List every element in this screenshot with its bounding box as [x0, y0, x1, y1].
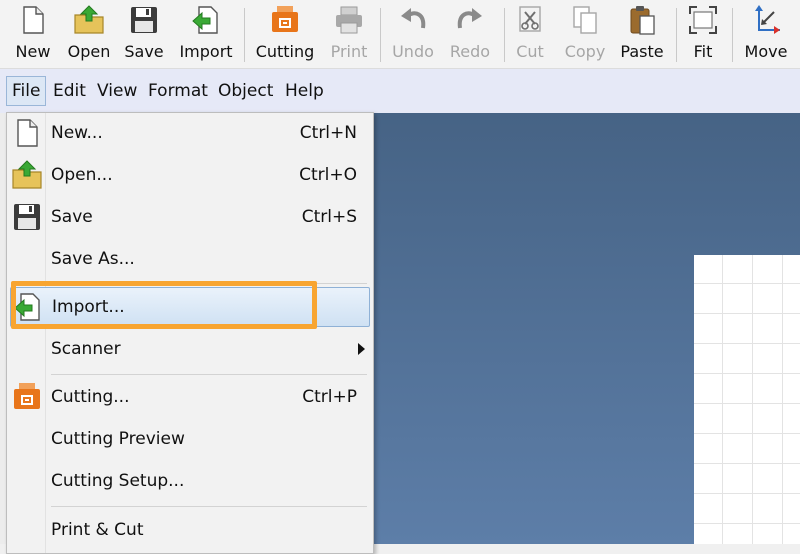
menu-item-print-and-cut[interactable]: Print & Cut	[7, 510, 373, 550]
new-document-icon	[17, 119, 38, 147]
open-folder-icon	[12, 160, 42, 189]
toolbar-separator	[504, 8, 505, 62]
highlight-annotation-box	[11, 281, 317, 329]
move-button-label: Move	[744, 42, 788, 61]
cutting-button[interactable]: Cutting	[250, 2, 320, 66]
menu-item-label: Print & Cut	[51, 520, 144, 540]
toolbar-separator	[244, 8, 245, 62]
menu-help[interactable]: Help	[280, 76, 329, 106]
menu-item-scanner[interactable]: Scanner	[7, 329, 373, 369]
menu-file[interactable]: File	[6, 76, 47, 106]
submenu-arrow-icon	[358, 343, 365, 355]
redo-button[interactable]: Redo	[444, 2, 496, 66]
menu-item-shortcut: Ctrl+O	[299, 165, 357, 185]
menu-item-cutting-preview[interactable]: Cutting Preview	[7, 419, 373, 459]
menu-item-save-as[interactable]: Save As...	[7, 239, 373, 279]
cutter-icon	[14, 383, 40, 409]
paste-icon	[630, 6, 655, 35]
scissors-icon	[519, 6, 541, 32]
paste-button[interactable]: Paste	[616, 2, 668, 66]
move-icon	[755, 5, 780, 34]
open-button[interactable]: Open	[62, 2, 116, 66]
menu-item-label: Open...	[51, 165, 113, 185]
toolbar-separator	[676, 8, 677, 62]
import-button[interactable]: Import	[174, 2, 238, 66]
import-icon	[192, 6, 218, 34]
copy-button[interactable]: Copy	[560, 2, 610, 66]
cut-button-label: Cut	[516, 42, 544, 61]
move-button[interactable]: Move	[738, 2, 794, 66]
save-button-label: Save	[124, 42, 164, 61]
file-menu-dropdown: New... Ctrl+N Open... Ctrl+O Save Ctrl+S…	[6, 112, 374, 554]
floppy-disk-icon	[14, 204, 40, 230]
open-button-label: Open	[67, 42, 111, 61]
fit-icon	[689, 6, 717, 34]
copy-icon	[573, 6, 597, 34]
open-folder-icon	[74, 5, 104, 34]
undo-button-label: Undo	[392, 42, 434, 61]
floppy-disk-icon	[131, 7, 157, 33]
save-button[interactable]: Save	[120, 2, 168, 66]
paste-button-label: Paste	[620, 42, 664, 61]
toolbar-separator	[732, 8, 733, 62]
menu-item-label: Save	[51, 207, 93, 227]
undo-button[interactable]: Undo	[386, 2, 440, 66]
menu-edit[interactable]: Edit	[48, 76, 91, 106]
printer-icon	[336, 6, 362, 34]
cutting-button-label: Cutting	[255, 42, 315, 61]
cut-button[interactable]: Cut	[510, 2, 550, 66]
menu-item-label: Cutting Preview	[51, 429, 185, 449]
menu-item-cutting[interactable]: Cutting... Ctrl+P	[7, 377, 373, 417]
menu-object[interactable]: Object	[213, 76, 278, 106]
copy-button-label: Copy	[564, 42, 606, 61]
menu-item-shortcut: Ctrl+N	[299, 123, 357, 143]
menu-item-label: Scanner	[51, 339, 121, 359]
import-button-label: Import	[179, 42, 233, 61]
menu-item-shortcut: Ctrl+P	[302, 387, 357, 407]
menu-item-label: Save As...	[51, 249, 135, 269]
print-button-label: Print	[330, 42, 368, 61]
undo-icon	[401, 8, 426, 29]
menu-view[interactable]: View	[92, 76, 142, 106]
menu-separator	[51, 506, 367, 507]
new-button-label: New	[15, 42, 51, 61]
menu-item-open[interactable]: Open... Ctrl+O	[7, 155, 373, 195]
print-button[interactable]: Print	[326, 2, 372, 66]
toolbar-separator	[380, 8, 381, 62]
main-toolbar: New Open Save Import Cutting Print Undo …	[0, 0, 800, 69]
menu-bar: File Edit View Format Object Help	[0, 69, 800, 113]
menu-item-cutting-setup[interactable]: Cutting Setup...	[7, 461, 373, 501]
new-button[interactable]: New	[8, 2, 58, 66]
menu-item-save[interactable]: Save Ctrl+S	[7, 197, 373, 237]
cutter-icon	[272, 6, 298, 32]
document-page-grid[interactable]	[694, 255, 800, 544]
menu-format[interactable]: Format	[143, 76, 213, 106]
redo-button-label: Redo	[449, 42, 491, 61]
menu-item-label: New...	[51, 123, 103, 143]
new-document-icon	[23, 6, 44, 34]
menu-item-label: Cutting Setup...	[51, 471, 185, 491]
fit-button-label: Fit	[693, 42, 713, 61]
menu-separator	[51, 374, 367, 375]
menu-item-shortcut: Ctrl+S	[301, 207, 357, 227]
fit-button[interactable]: Fit	[682, 2, 724, 66]
redo-icon	[457, 8, 482, 29]
menu-item-label: Cutting...	[51, 387, 130, 407]
menu-item-new[interactable]: New... Ctrl+N	[7, 113, 373, 153]
